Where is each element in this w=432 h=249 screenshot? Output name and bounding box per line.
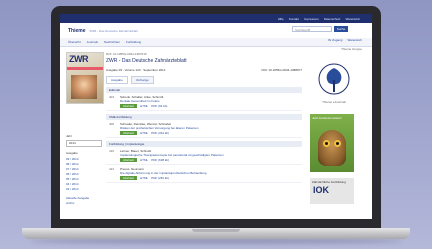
- thieme-logo[interactable]: Thieme: [68, 28, 86, 34]
- site-header: Thieme ZWR - Das Deutsche Zahnärzteblatt…: [60, 23, 372, 38]
- iok-banner[interactable]: Zahnärztliche Fortbildung IOK: [310, 178, 354, 204]
- html-link[interactable]: HTML: [140, 104, 148, 108]
- issue-info: Ausgabe 09 · Volume 123 · September 2014: [106, 68, 166, 72]
- journal-subtitle: ZWR - Das Deutsche Zahnärzteblatt: [89, 28, 138, 33]
- cart-link[interactable]: Warenkorb: [347, 38, 362, 42]
- owl-eye-icon: [334, 140, 341, 147]
- issue-meta: Ausgabe 09 · Volume 123 · September 2014…: [106, 68, 302, 72]
- right-sidebar: Thieme eJournals Jetzt kostenlos testen!…: [310, 62, 358, 204]
- article-row: 403 Schenk, Schaller, Anke, Schmidt Dent…: [106, 93, 302, 111]
- issue-navigation: Jahr 2014 Ausgabe 09 / 2014 08 / 2014 07…: [66, 134, 102, 206]
- article-row: 416 Lehner, Bauer, Schmidt Implantologis…: [106, 147, 302, 165]
- issue-tabs: Ausgabe Vorherige: [106, 76, 306, 84]
- pdf-link[interactable]: PDF (281 kb): [151, 176, 169, 180]
- html-link[interactable]: HTML: [140, 176, 148, 180]
- issue-link[interactable]: 03 / 2014: [66, 187, 102, 192]
- issue-label: Ausgabe: [66, 151, 78, 155]
- subnav-link[interactable]: Übersicht: [68, 40, 81, 44]
- laptop-screen: Hilfe Kontakt Impressum Datenschutz Ware…: [60, 14, 372, 219]
- article-title[interactable]: Dentale Gesundheit im Fokus: [120, 99, 299, 103]
- issue-content: DOI: 10.1055/s-0034-1387615 ZWR - Das De…: [106, 52, 306, 183]
- iok-logo: IOK: [313, 185, 330, 195]
- subnav-link[interactable]: Fortbildung: [126, 40, 141, 44]
- topnav-link[interactable]: Datenschutz: [324, 17, 341, 21]
- topnav-link[interactable]: Hilfe: [278, 17, 284, 21]
- pdf-link[interactable]: PDF (94 kb): [151, 104, 167, 108]
- article-page: 422: [109, 167, 115, 171]
- breadcrumb: DOI: 10.1055/s-0034-1387615: [106, 52, 147, 56]
- topnav-link[interactable]: Warenkorb: [345, 17, 360, 21]
- html-link[interactable]: HTML: [140, 131, 148, 135]
- issue-doi: DOI: 10.1055/s-0034-1388977: [261, 68, 302, 72]
- topnav-link[interactable]: Impressum: [304, 17, 319, 21]
- promo-text: Jetzt kostenlos testen!: [312, 116, 342, 120]
- laptop-notch: [192, 229, 240, 232]
- topnav-link[interactable]: Kontakt: [289, 17, 299, 21]
- account-links: Ihr Zugang Warenkorb: [328, 38, 362, 42]
- archive-link[interactable]: Archiv: [66, 201, 102, 206]
- toc-section: Fortbildung | Implantologie 416 Lehner, …: [106, 141, 302, 183]
- tab-current-issue[interactable]: Ausgabe: [106, 76, 128, 84]
- article-title[interactable]: Die digitale Abformung in der implantatp…: [120, 171, 299, 175]
- cover-image: [71, 75, 97, 99]
- article-title[interactable]: Implantologische Therapiekonzepte bei pa…: [120, 153, 299, 157]
- abstract-button[interactable]: Abstract: [120, 176, 138, 180]
- top-navigation: Hilfe Kontakt Impressum Datenschutz Ware…: [60, 14, 372, 23]
- search-button[interactable]: Suche: [334, 26, 348, 32]
- html-link[interactable]: HTML: [140, 158, 148, 162]
- login-link[interactable]: Ihr Zugang: [328, 38, 343, 42]
- journal-logo: ZWR: [69, 54, 89, 64]
- page-title: ZWR - Das Deutsche Zahnärzteblatt: [106, 58, 187, 64]
- subnav-link[interactable]: Journals: [87, 40, 98, 44]
- abstract-button[interactable]: Abstract: [120, 131, 138, 135]
- owl-eye-icon: [323, 140, 330, 147]
- article-page: 416: [109, 149, 115, 153]
- abstract-button[interactable]: Abstract: [120, 158, 138, 162]
- subnav-link[interactable]: Nachrichten: [104, 40, 120, 44]
- abstract-button[interactable]: Abstract: [120, 104, 138, 108]
- promo-banner[interactable]: Jetzt kostenlos testen!: [310, 114, 354, 172]
- article-page: 403: [109, 95, 115, 99]
- year-select[interactable]: 2014: [66, 140, 102, 147]
- sidebar-caption: Thieme eJournals: [322, 100, 346, 104]
- cover-stripe: [67, 67, 103, 70]
- pdf-link[interactable]: PDF (361 kb): [151, 131, 169, 135]
- year-label: Jahr: [66, 134, 72, 138]
- owl-image: [318, 130, 346, 166]
- tree-logo-icon: [314, 62, 354, 100]
- journal-cover[interactable]: ZWR: [66, 52, 104, 104]
- article-row: 406 Schrader, Reinicke, Wenzel, Schnabel…: [106, 120, 302, 138]
- tab-previous[interactable]: Vorherige: [130, 76, 154, 84]
- sub-navigation: Übersicht Journals Nachrichten Fortbildu…: [60, 38, 372, 47]
- search-input[interactable]: Suchbegriff: [292, 26, 332, 32]
- article-title[interactable]: Risiken der prothetischen Versorgung bei…: [120, 126, 299, 130]
- brand-line: Thieme Gruppe: [341, 47, 362, 51]
- article-page: 406: [109, 122, 115, 126]
- article-row: 422 Preuss, Neumann Die digitale Abformu…: [106, 165, 302, 183]
- toc-section: CME-Fortbildung 406 Schrader, Reinicke, …: [106, 114, 302, 138]
- toc-section: Editorial 403 Schenk, Schaller, Anke, Sc…: [106, 87, 302, 111]
- pdf-link[interactable]: PDF (638 kb): [151, 158, 169, 162]
